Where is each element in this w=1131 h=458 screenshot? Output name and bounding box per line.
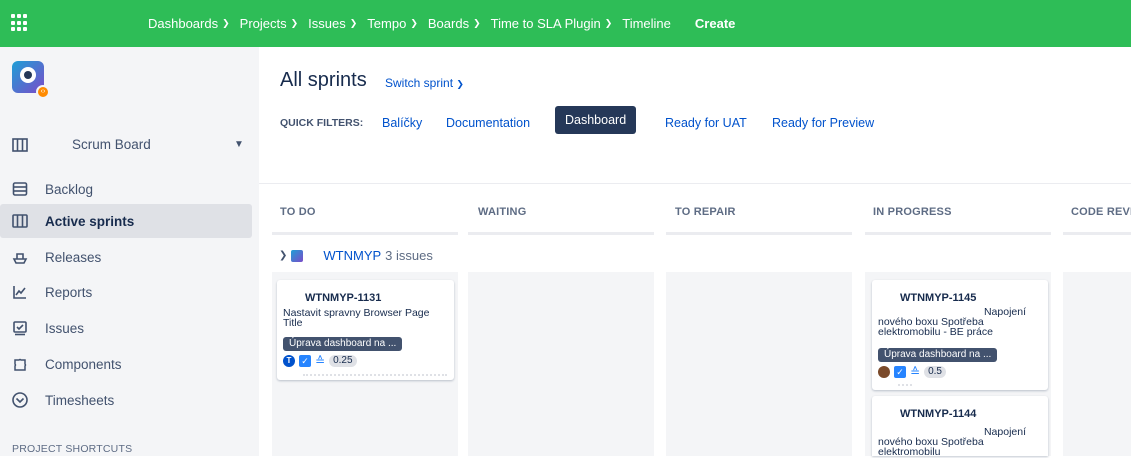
epic-label[interactable]: Úprava dashboard na ... [283, 337, 403, 351]
ship-icon [10, 247, 30, 267]
sidebar-item-reports[interactable]: Reports [0, 275, 252, 309]
sidebar-item-label: Reports [45, 284, 93, 300]
sidebar-item-label: Components [45, 356, 122, 372]
sidebar-item-releases[interactable]: Releases [0, 240, 252, 274]
column-underline [1063, 232, 1131, 235]
issue-key: WTNMYP-1145 [900, 292, 977, 304]
sidebar-item-label: Timesheets [45, 392, 115, 408]
app-switcher-icon[interactable] [11, 14, 29, 32]
assignee-avatar[interactable]: T [283, 355, 295, 367]
nav-dashboards[interactable]: Dashboards ❯ [148, 16, 230, 31]
column-header-waiting: WAITING [478, 206, 527, 218]
column-header-code-review: CODE REVIE [1071, 206, 1131, 218]
chevron-down-icon: ❯ [456, 79, 464, 89]
divider [259, 183, 1131, 184]
project-avatar-icon [291, 249, 304, 262]
card-progress-dots [898, 384, 912, 386]
nav-projects[interactable]: Projects ❯ [240, 16, 299, 31]
swimlane-header[interactable]: ❯ WTNMYP 3 issues [279, 248, 433, 263]
clock-icon [10, 390, 30, 410]
column-underline [272, 232, 458, 235]
page-title: All sprints [280, 69, 367, 91]
column-to-repair [666, 272, 852, 456]
column-underline [666, 232, 852, 235]
issue-key: WTNMYP-1144 [900, 408, 977, 420]
chevron-down-icon: ❯ [222, 18, 230, 28]
task-type-icon: ✓ [299, 355, 311, 367]
issue-summary: Napojení nového boxu Spotřeba elektromob… [878, 426, 1026, 458]
issue-key: WTNMYP-1131 [305, 292, 382, 304]
backlog-icon [10, 179, 30, 199]
main-nav: Dashboards ❯ Projects ❯ Issues ❯ Tempo ❯ Boa… [148, 0, 745, 47]
sidebar-item-components[interactable]: Components [0, 347, 252, 381]
priority-lowest-icon: ≙ [910, 365, 921, 379]
column-header-to-repair: TO REPAIR [675, 206, 736, 218]
sidebar-item-label: Active sprints [45, 213, 135, 229]
top-navigation-bar: Dashboards ❯ Projects ❯ Issues ❯ Tempo ❯ Boa… [0, 0, 1131, 47]
sidebar-item-issues[interactable]: Issues [0, 311, 252, 345]
quick-filters-label: QUICK FILTERS: [280, 117, 364, 129]
column-waiting [468, 272, 654, 456]
sidebar-item-label: Issues [45, 320, 85, 336]
priority-lowest-icon: ≙ [315, 354, 326, 368]
chevron-down-icon: ▼ [234, 139, 244, 150]
nav-issues[interactable]: Issues ❯ [308, 16, 357, 31]
issues-icon [10, 318, 30, 338]
chart-icon [10, 282, 30, 302]
project-badge-icon: ‹› [36, 85, 50, 99]
sidebar-item-timesheets[interactable]: Timesheets [0, 383, 252, 417]
card-progress-dots [303, 374, 447, 376]
swimlane-count: 3 issues [385, 248, 433, 263]
nav-tempo[interactable]: Tempo ❯ [367, 16, 418, 31]
puzzle-icon [10, 354, 30, 374]
card-meta: T ✓ ≙ 0.25 [283, 355, 357, 367]
sidebar-item-active-sprints[interactable]: Active sprints [0, 204, 252, 238]
column-header-in-progress: IN PROGRESS [873, 206, 952, 218]
nav-boards[interactable]: Boards ❯ [428, 16, 481, 31]
nav-timeline[interactable]: Timeline [622, 16, 671, 31]
quick-filter-dashboard[interactable]: Dashboard [555, 106, 637, 134]
issue-summary: Napojení nového boxu Spotřeba elektromob… [878, 306, 1026, 338]
board-icon [12, 138, 28, 152]
board-icon [10, 211, 30, 231]
sidebar: ‹› Scrum Board ▼ Backlog Active sprints … [0, 47, 259, 456]
column-code-review [1063, 272, 1131, 456]
card-meta: ✓ ≙ 0.5 [878, 366, 946, 378]
task-type-icon: ✓ [894, 366, 906, 378]
sidebar-item-label: Backlog [45, 181, 94, 197]
create-button[interactable]: Create [695, 16, 735, 31]
issue-summary: Nastavit spravny Browser Page Title [283, 307, 430, 329]
estimate-badge: 0.5 [924, 366, 946, 378]
sidebar-item-backlog[interactable]: Backlog [0, 172, 252, 206]
epic-label[interactable]: Úprava dashboard na ... [878, 348, 998, 362]
chevron-down-icon: ❯ [473, 18, 481, 28]
issue-card[interactable]: WTNMYP-1131 Nastavit spravny Browser Pag… [277, 280, 454, 380]
quick-filter-ready-for-preview[interactable]: Ready for Preview [772, 116, 874, 130]
quick-filter-ready-for-uat[interactable]: Ready for UAT [665, 116, 747, 130]
swimlane-key: WTNMYP [323, 248, 382, 263]
estimate-badge: 0.25 [329, 355, 357, 367]
chevron-down-icon[interactable]: ❯ [279, 250, 287, 261]
chevron-down-icon: ❯ [290, 18, 299, 28]
switch-sprint-link[interactable]: Switch sprint ❯ [385, 76, 464, 90]
issue-card[interactable]: WTNMYP-1144 Napojení nového boxu Spotřeb… [872, 396, 1048, 458]
project-avatar[interactable]: ‹› [12, 61, 50, 99]
issue-card[interactable]: WTNMYP-1145 Napojení nového boxu Spotřeb… [872, 280, 1048, 390]
board-switcher-label: Scrum Board [72, 137, 151, 152]
quick-filter-balicky[interactable]: Balíčky [382, 116, 422, 130]
column-header-to-do: TO DO [280, 206, 316, 218]
project-shortcuts-heading: PROJECT SHORTCUTS [12, 443, 133, 455]
assignee-avatar[interactable] [878, 366, 890, 378]
quick-filter-documentation[interactable]: Documentation [446, 116, 530, 130]
chevron-down-icon: ❯ [410, 18, 418, 28]
nav-time-to-sla[interactable]: Time to SLA Plugin ❯ [491, 16, 613, 31]
sidebar-item-label: Releases [45, 249, 102, 265]
chevron-down-icon: ❯ [604, 18, 613, 28]
column-underline [865, 232, 1051, 235]
chevron-down-icon: ❯ [349, 18, 358, 28]
project-logo-icon [20, 67, 36, 83]
board-switcher[interactable]: Scrum Board ▼ [0, 129, 259, 161]
column-underline [468, 232, 654, 235]
